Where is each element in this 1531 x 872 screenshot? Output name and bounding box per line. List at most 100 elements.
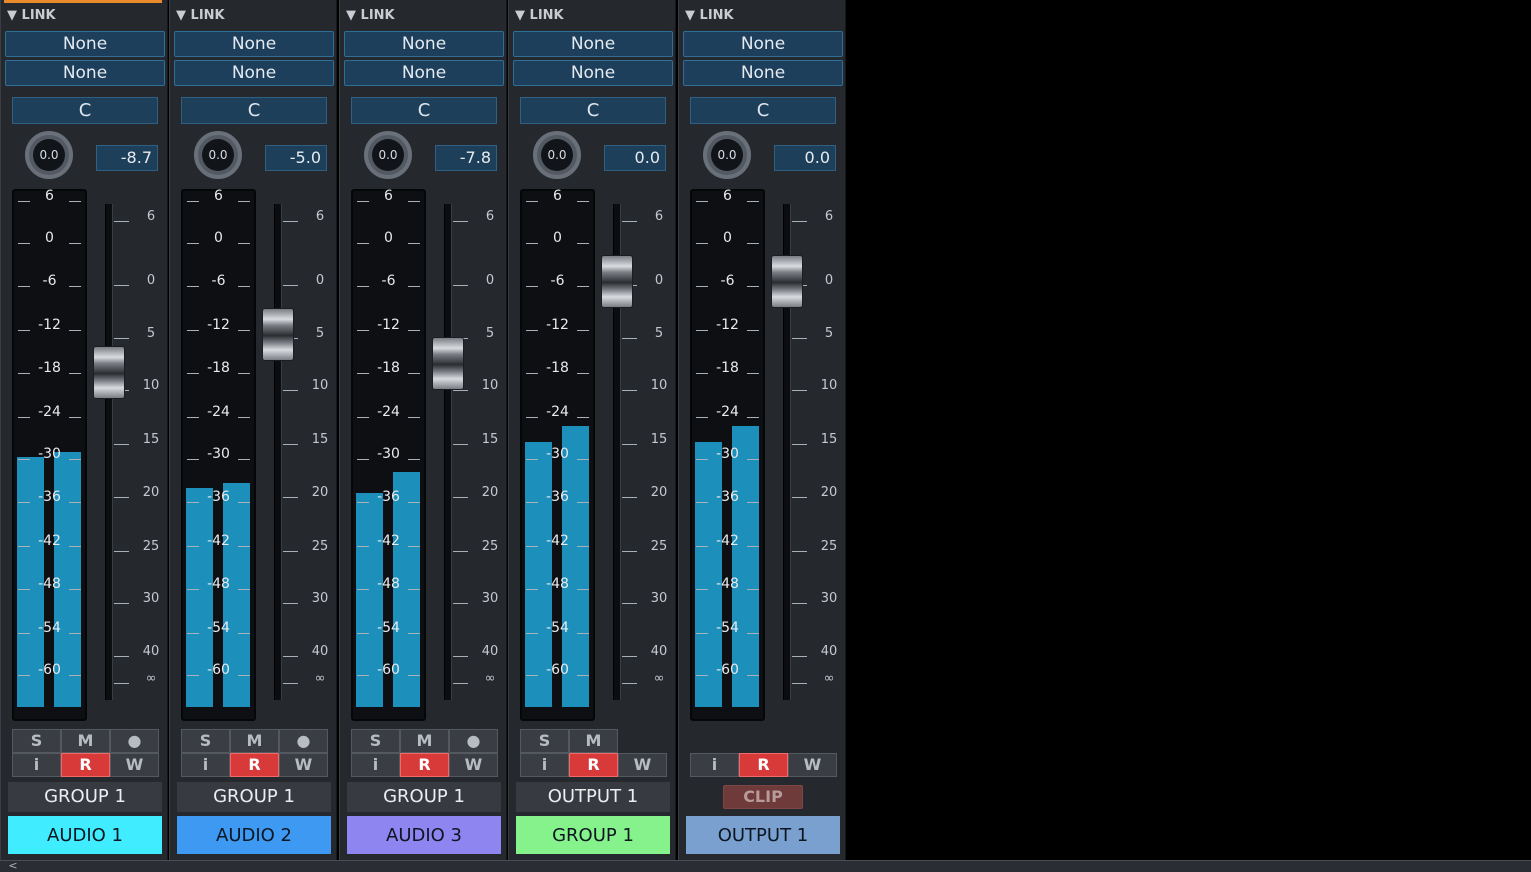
automation-write-button[interactable]: W: [449, 753, 498, 777]
knob-value: 0.0: [541, 139, 573, 171]
volume-fader-handle[interactable]: [432, 337, 464, 390]
fader-tick: [114, 656, 129, 657]
fader-track[interactable]: [444, 204, 452, 700]
link-slot-2[interactable]: None: [683, 60, 843, 86]
meter-tick: 0: [522, 230, 593, 248]
fader-scale-label: 30: [820, 591, 838, 606]
link-header[interactable]: ▼ LINK: [7, 8, 56, 23]
automation-read-button[interactable]: R: [400, 753, 449, 777]
automation-write-button[interactable]: W: [788, 753, 837, 777]
record-arm-button[interactable]: ●: [110, 729, 159, 753]
record-arm-button[interactable]: ●: [449, 729, 498, 753]
link-header[interactable]: ▼ LINK: [515, 8, 564, 23]
volume-fader-handle[interactable]: [262, 308, 294, 361]
link-header[interactable]: ▼ LINK: [346, 8, 395, 23]
channel-name[interactable]: AUDIO 3: [347, 816, 501, 854]
meter-tick: -36: [522, 489, 593, 507]
meter-tick-label: -30: [716, 446, 739, 462]
solo-button[interactable]: S: [12, 729, 61, 753]
pan-knob[interactable]: 0.0: [533, 131, 581, 179]
volume-fader-handle[interactable]: [93, 346, 125, 399]
channel-name[interactable]: AUDIO 1: [8, 816, 162, 854]
pan-field[interactable]: C: [520, 97, 666, 124]
automation-read-button[interactable]: R: [739, 753, 788, 777]
automation-read-button[interactable]: R: [569, 753, 618, 777]
fader-scale-label: 25: [311, 539, 329, 554]
channel-name[interactable]: OUTPUT 1: [686, 816, 840, 854]
meter-tick-label: -6: [42, 273, 57, 289]
link-header[interactable]: ▼ LINK: [176, 8, 225, 23]
pan-knob[interactable]: 0.0: [194, 131, 242, 179]
pan-field[interactable]: C: [351, 97, 497, 124]
mute-button[interactable]: M: [569, 729, 618, 753]
link-slot-1[interactable]: None: [513, 31, 673, 57]
pan-knob[interactable]: 0.0: [703, 131, 751, 179]
input-monitor-button[interactable]: i: [351, 753, 400, 777]
volume-field[interactable]: 0.0: [604, 145, 666, 171]
meter-tick-label: 0: [723, 230, 732, 246]
fader-track[interactable]: [105, 204, 113, 700]
horizontal-scrollbar[interactable]: [0, 860, 1531, 872]
mute-button[interactable]: M: [400, 729, 449, 753]
meter-tick-label: -12: [377, 317, 400, 333]
fader-track[interactable]: [274, 204, 282, 700]
link-header[interactable]: ▼ LINK: [685, 8, 734, 23]
link-slot-2[interactable]: None: [513, 60, 673, 86]
solo-button[interactable]: S: [520, 729, 569, 753]
scroll-left-arrow-icon[interactable]: <: [2, 860, 24, 871]
link-slot-2[interactable]: None: [174, 60, 334, 86]
knob-value: 0.0: [202, 139, 234, 171]
automation-write-button[interactable]: W: [279, 753, 328, 777]
pan-field[interactable]: C: [12, 97, 158, 124]
meter-tick: -48: [522, 576, 593, 594]
meter-tick: -12: [522, 317, 593, 335]
pan-field[interactable]: C: [690, 97, 836, 124]
meter-tick-label: -60: [377, 662, 400, 678]
volume-field[interactable]: -7.8: [435, 145, 497, 171]
volume-field[interactable]: 0.0: [774, 145, 836, 171]
link-slot-2[interactable]: None: [344, 60, 504, 86]
volume-field[interactable]: -5.0: [265, 145, 327, 171]
input-monitor-button[interactable]: i: [520, 753, 569, 777]
output-routing[interactable]: GROUP 1: [177, 782, 331, 812]
channel-name[interactable]: AUDIO 2: [177, 816, 331, 854]
solo-button[interactable]: S: [351, 729, 400, 753]
solo-button[interactable]: S: [181, 729, 230, 753]
automation-write-button[interactable]: W: [618, 753, 667, 777]
record-arm-button[interactable]: ●: [279, 729, 328, 753]
volume-fader-handle[interactable]: [601, 255, 633, 308]
clip-indicator[interactable]: CLIP: [723, 785, 803, 809]
output-routing[interactable]: GROUP 1: [8, 782, 162, 812]
pan-knob[interactable]: 0.0: [364, 131, 412, 179]
automation-read-button[interactable]: R: [61, 753, 110, 777]
fader-tick: [792, 683, 807, 684]
automation-read-button[interactable]: R: [230, 753, 279, 777]
meter-tick-label: 6: [384, 188, 393, 204]
meter-tick: -42: [14, 533, 85, 551]
meter-tick: -42: [522, 533, 593, 551]
volume-field[interactable]: -8.7: [96, 145, 158, 171]
channel-name[interactable]: GROUP 1: [516, 816, 670, 854]
mute-button[interactable]: M: [61, 729, 110, 753]
link-slot-2[interactable]: None: [5, 60, 165, 86]
automation-write-button[interactable]: W: [110, 753, 159, 777]
meter-tick: -54: [183, 620, 254, 638]
input-monitor-button[interactable]: i: [12, 753, 61, 777]
output-routing[interactable]: OUTPUT 1: [516, 782, 670, 812]
link-label: LINK: [699, 8, 734, 23]
link-slot-1[interactable]: None: [174, 31, 334, 57]
fader-scale-label: 0: [485, 273, 495, 288]
fader-tick: [622, 603, 637, 604]
input-monitor-button[interactable]: i: [181, 753, 230, 777]
link-slot-1[interactable]: None: [344, 31, 504, 57]
link-slot-1[interactable]: None: [5, 31, 165, 57]
fader-tick: [453, 603, 468, 604]
input-monitor-button[interactable]: i: [690, 753, 739, 777]
volume-fader-handle[interactable]: [771, 255, 803, 308]
pan-knob[interactable]: 0.0: [25, 131, 73, 179]
fader-tick: [792, 338, 807, 339]
mute-button[interactable]: M: [230, 729, 279, 753]
output-routing[interactable]: GROUP 1: [347, 782, 501, 812]
pan-field[interactable]: C: [181, 97, 327, 124]
link-slot-1[interactable]: None: [683, 31, 843, 57]
